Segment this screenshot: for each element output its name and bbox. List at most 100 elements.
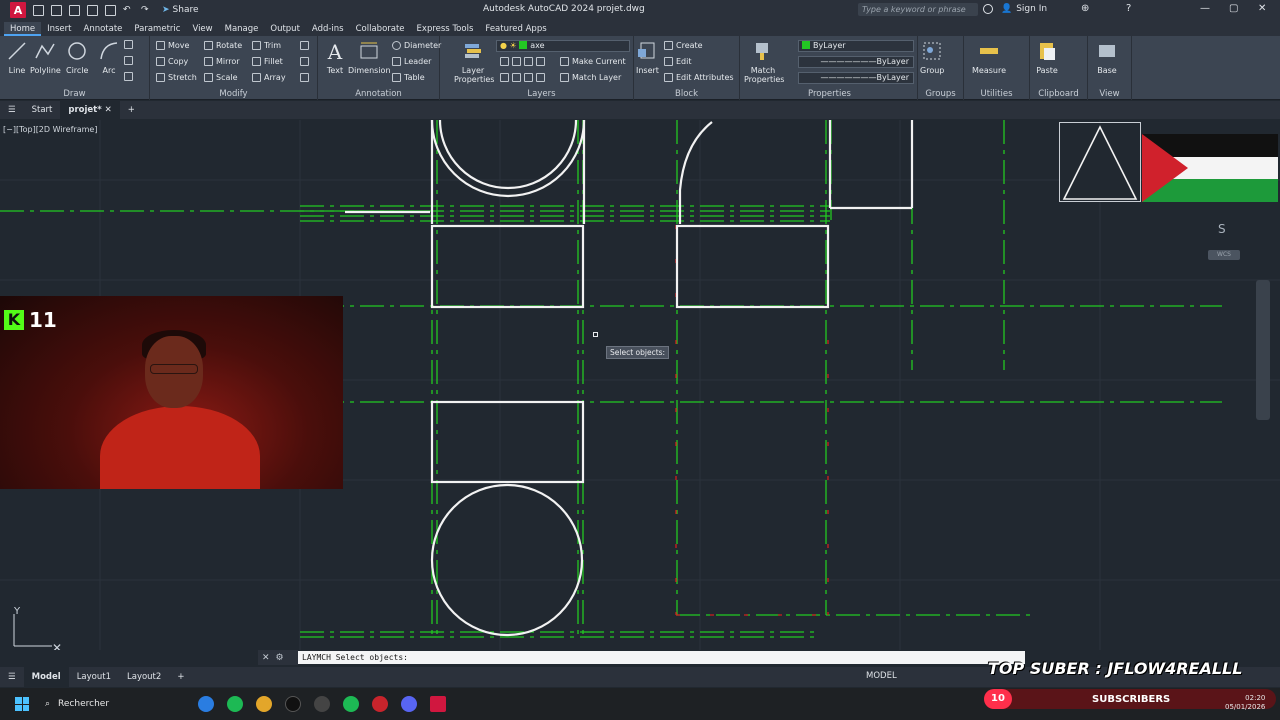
close-button[interactable]: ✕ — [1258, 3, 1266, 14]
discord-icon[interactable] — [401, 696, 417, 712]
annotation-panel-title[interactable]: Annotation — [318, 89, 439, 99]
scale-button[interactable]: Scale — [204, 73, 238, 82]
taskbar-clock[interactable]: 02:20 05/01/2026 — [1225, 694, 1265, 712]
utilities-panel-title[interactable]: Utilities — [964, 89, 1029, 99]
move-button[interactable]: Move — [156, 41, 189, 50]
lineweight-dropdown[interactable]: ———————ByLayer — [798, 72, 914, 84]
tab-collaborate[interactable]: Collaborate — [350, 22, 411, 36]
model-space-toggle[interactable]: MODEL — [866, 671, 897, 681]
tab-insert[interactable]: Insert — [41, 22, 77, 36]
save-as-icon[interactable] — [87, 4, 98, 16]
boundary-icon[interactable] — [124, 72, 133, 81]
command-line-tools[interactable]: ✕ ⚙ — [258, 650, 298, 665]
group-tool[interactable]: Group — [920, 40, 944, 75]
make-current-button[interactable]: Make Current — [560, 57, 626, 66]
arc-tool[interactable]: Arc — [98, 40, 120, 75]
tab-output[interactable]: Output — [264, 22, 306, 36]
view-panel-title[interactable]: View — [1088, 89, 1131, 99]
close-command-icon[interactable]: ✕ — [262, 653, 270, 663]
dimension-tool[interactable]: Dimension — [348, 40, 391, 75]
layers-panel-title[interactable]: Layers — [450, 89, 633, 99]
viewcube-south[interactable]: S — [1218, 222, 1226, 236]
block-panel-title[interactable]: Block — [634, 89, 739, 99]
help-icon[interactable]: ? — [1126, 3, 1131, 14]
app-icon-red[interactable] — [372, 696, 388, 712]
undo-icon[interactable]: ↶ — [123, 5, 134, 16]
clipboard-panel-title[interactable]: Clipboard — [1030, 89, 1087, 99]
draw-panel-title[interactable]: Draw — [0, 89, 149, 99]
groups-panel-title[interactable]: Groups — [918, 89, 963, 99]
rotate-button[interactable]: Rotate — [204, 41, 242, 50]
tab-featured-apps[interactable]: Featured Apps — [479, 22, 552, 36]
chrome-icon[interactable] — [256, 696, 272, 712]
layout-menu-icon[interactable]: ☰ — [0, 667, 24, 687]
hatch-icon[interactable] — [124, 56, 133, 65]
obs-icon[interactable] — [314, 696, 330, 712]
add-layout-icon[interactable]: + — [169, 667, 192, 687]
close-tab-icon[interactable]: ✕ — [105, 105, 112, 115]
layer-tools-icons-2[interactable] — [500, 73, 545, 82]
tab-annotate[interactable]: Annotate — [78, 22, 129, 36]
tab-model[interactable]: Model — [23, 667, 69, 687]
search-icon[interactable] — [983, 4, 993, 14]
viewport-controls[interactable]: [−][Top][2D Wireframe] — [3, 125, 97, 134]
measure-tool[interactable]: Measure — [972, 40, 1006, 75]
edge-icon[interactable] — [198, 696, 214, 712]
explode-icon[interactable] — [300, 57, 309, 66]
text-tool[interactable]: A Text — [324, 40, 346, 75]
tab-view[interactable]: View — [186, 22, 218, 36]
edit-block-button[interactable]: Edit — [664, 57, 692, 66]
layer-dropdown[interactable]: ● ☀ axe — [496, 40, 630, 52]
layer-tools-icons[interactable] — [500, 57, 545, 66]
tab-express-tools[interactable]: Express Tools — [411, 22, 480, 36]
layer-properties-tool[interactable]: Layer Properties — [454, 40, 494, 84]
menu-icon[interactable]: ☰ — [0, 101, 24, 119]
copy-button[interactable]: Copy — [156, 57, 188, 66]
maximize-button[interactable]: ▢ — [1229, 3, 1238, 14]
minimize-button[interactable]: — — [1200, 3, 1210, 14]
linetype-dropdown[interactable]: ———————ByLayer — [798, 56, 914, 68]
tab-layout2[interactable]: Layout2 — [119, 667, 169, 687]
tab-projet[interactable]: projet* ✕ — [60, 101, 120, 119]
share-button[interactable]: ➤ Share — [162, 5, 199, 15]
create-block-button[interactable]: Create — [664, 41, 703, 50]
tiktok-icon[interactable] — [285, 696, 301, 712]
new-file-icon[interactable] — [33, 4, 44, 16]
polyline-tool[interactable]: Polyline — [30, 40, 61, 75]
insert-tool[interactable]: Insert — [636, 40, 659, 75]
properties-panel-title[interactable]: Properties — [742, 89, 917, 99]
redo-icon[interactable]: ↷ — [141, 5, 152, 16]
paste-tool[interactable]: Paste — [1036, 40, 1058, 75]
circle-tool[interactable]: Circle — [66, 40, 88, 75]
stretch-button[interactable]: Stretch — [156, 73, 197, 82]
sign-in-button[interactable]: 👤 Sign In — [1001, 4, 1047, 14]
tab-start[interactable]: Start — [24, 101, 61, 119]
customize-icon[interactable]: ⚙ — [276, 653, 284, 663]
match-properties-tool[interactable]: Match Properties — [744, 40, 784, 84]
autocad-taskbar-icon[interactable] — [430, 696, 446, 712]
tab-layout1[interactable]: Layout1 — [69, 667, 119, 687]
tab-manage[interactable]: Manage — [219, 22, 265, 36]
command-input[interactable]: LAYMCH Select objects: — [298, 651, 1025, 664]
open-file-icon[interactable] — [51, 4, 62, 16]
trim-button[interactable]: Trim — [252, 41, 281, 50]
taskbar-search[interactable]: ⌕ Rechercher — [45, 699, 185, 709]
table-button[interactable]: Table — [392, 73, 425, 82]
offset-icon[interactable] — [300, 73, 309, 82]
navigation-bar[interactable] — [1256, 280, 1270, 420]
save-icon[interactable] — [69, 4, 80, 16]
cart-icon[interactable]: ⊕ — [1081, 3, 1089, 14]
erase-icon[interactable] — [300, 41, 309, 50]
tab-home[interactable]: Home — [4, 22, 42, 36]
modify-panel-title[interactable]: Modify — [150, 89, 317, 99]
leader-button[interactable]: Leader — [392, 57, 431, 66]
mirror-button[interactable]: Mirror — [204, 57, 240, 66]
rectangle-icon[interactable] — [124, 40, 133, 49]
autocad-logo-icon[interactable]: A — [10, 2, 26, 18]
base-tool[interactable]: Base — [1096, 40, 1118, 75]
line-tool[interactable]: Line — [6, 40, 28, 75]
tab-add-ins[interactable]: Add-ins — [306, 22, 350, 36]
help-search-input[interactable]: Type a keyword or phrase — [858, 3, 978, 16]
print-icon[interactable] — [105, 4, 116, 16]
spotify-icon-2[interactable] — [343, 696, 359, 712]
